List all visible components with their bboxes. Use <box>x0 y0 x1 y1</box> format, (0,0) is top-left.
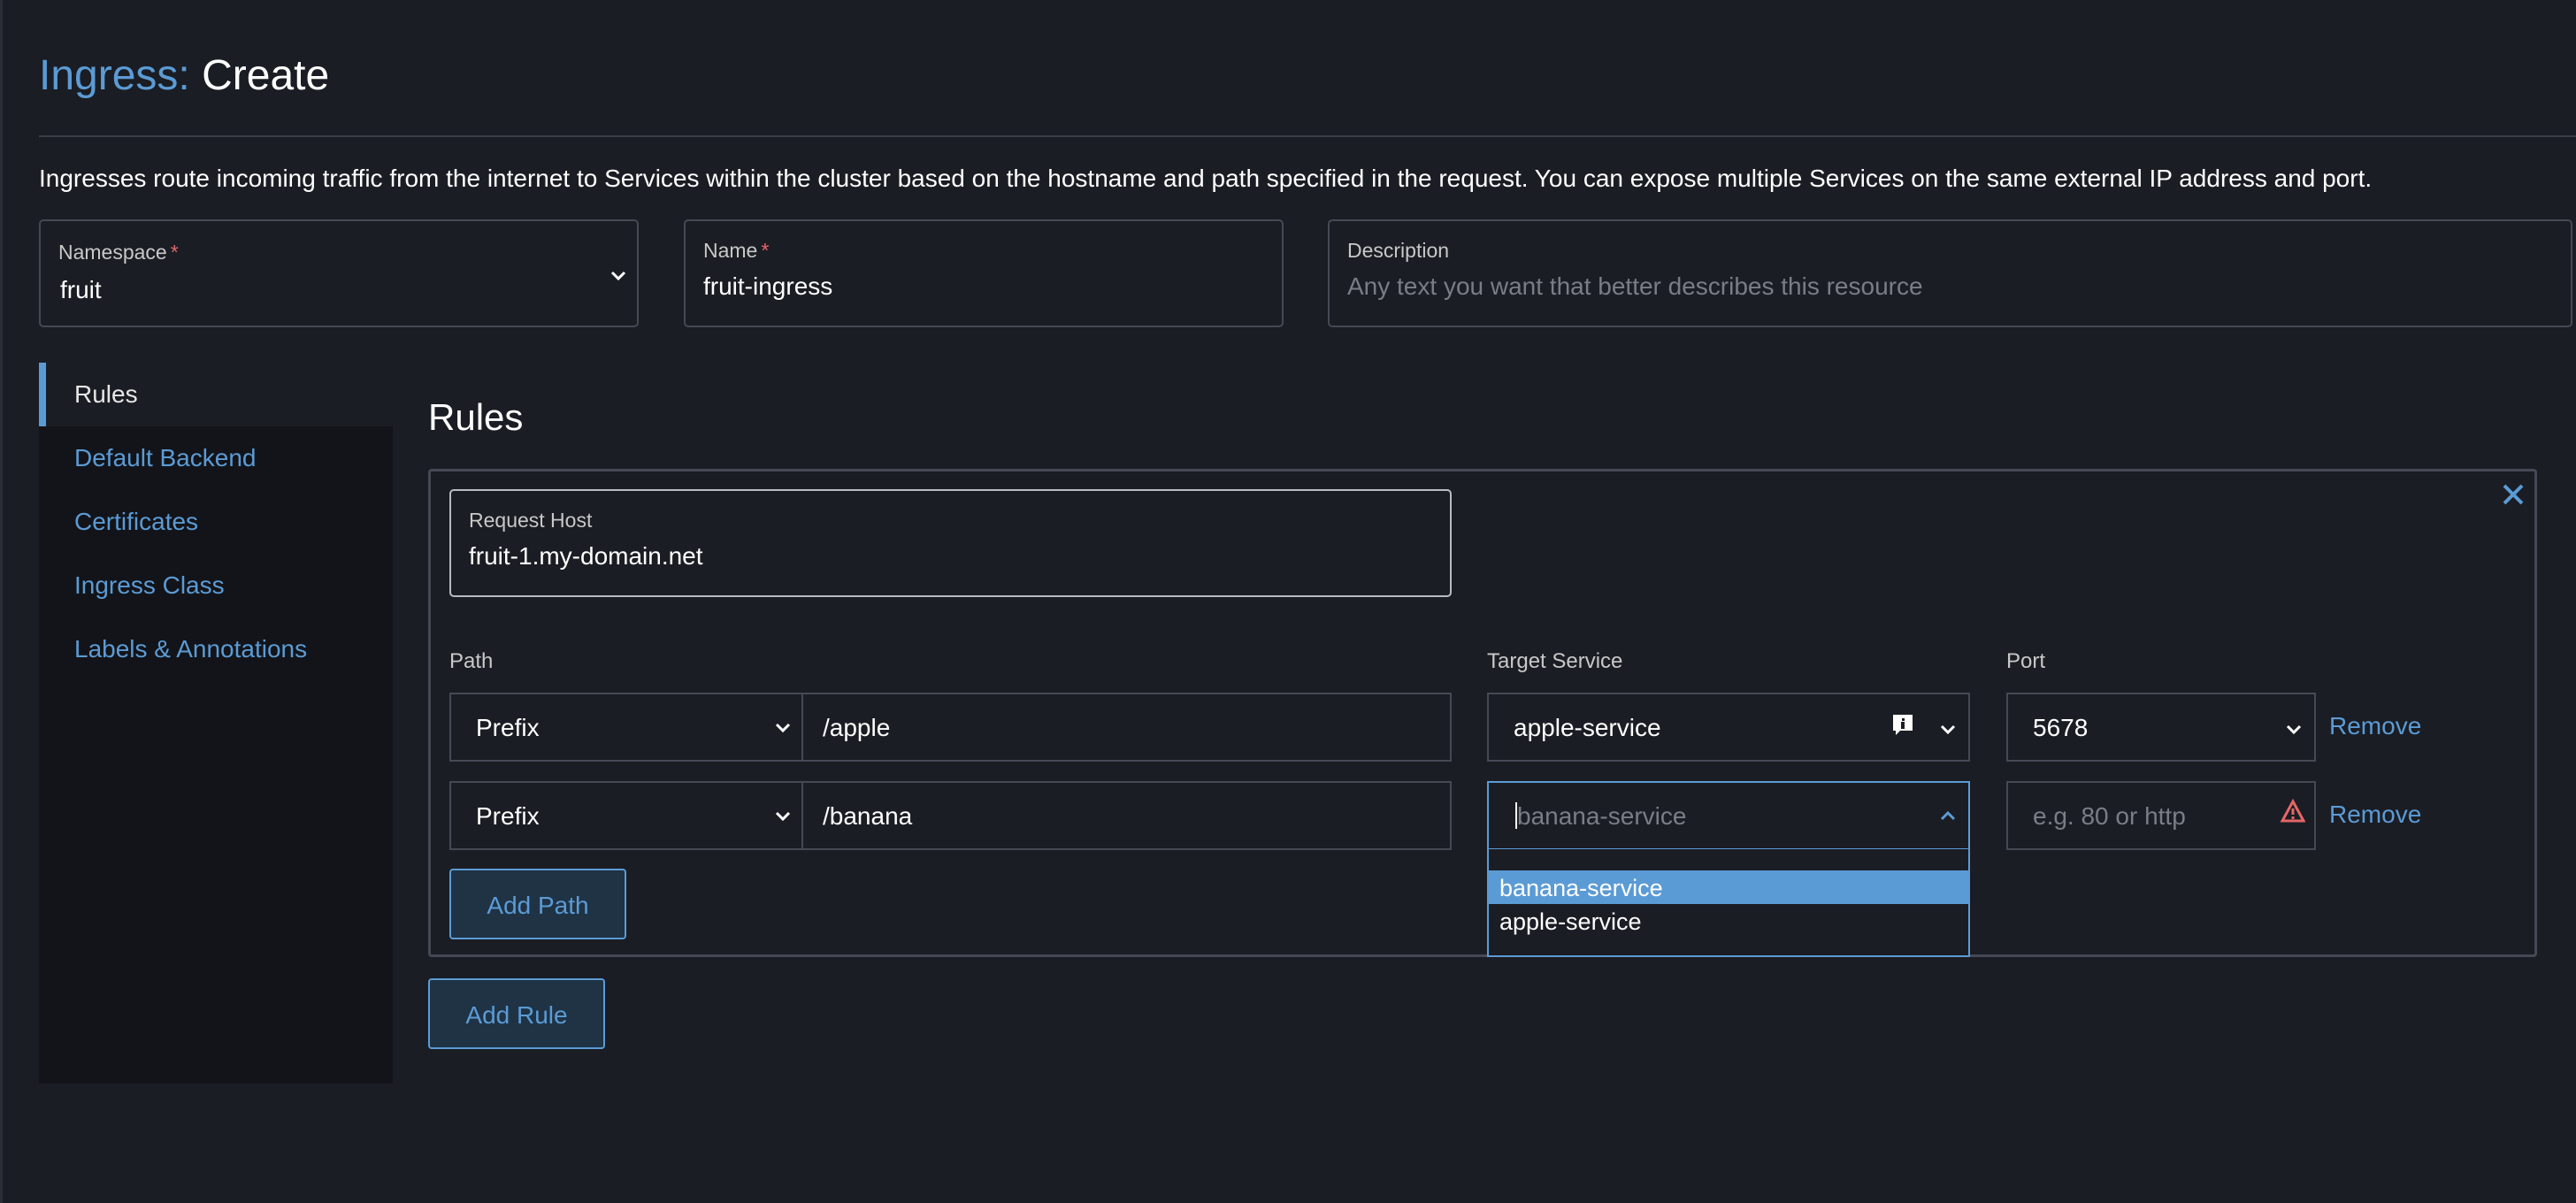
page-title: Ingress: Create <box>39 50 329 103</box>
namespace-label-text: Namespace <box>58 241 167 264</box>
service-option-label: apple-service <box>1499 908 1642 935</box>
remove-path-button[interactable]: Remove <box>2329 801 2421 829</box>
port-select[interactable]: e.g. 80 or http <box>2006 781 2316 850</box>
target-service-value: apple-service <box>1514 714 1661 741</box>
name-label-text: Name <box>703 239 758 262</box>
path-value: /banana <box>823 802 913 830</box>
service-option[interactable]: banana-service <box>1489 870 1968 904</box>
path-column-label: Path <box>449 649 494 673</box>
sidebar-item-certificates[interactable]: Certificates <box>39 490 393 554</box>
sidebar-item-labels-annotations[interactable]: Labels & Annotations <box>39 617 393 681</box>
path-type-select[interactable]: Prefix <box>449 781 803 850</box>
window-edge <box>0 0 3 1203</box>
namespace-label: Namespace * <box>58 241 179 264</box>
intro-text: Ingresses route incoming traffic from th… <box>39 165 2373 192</box>
sidebar-item-rules[interactable]: Rules <box>39 363 393 426</box>
port-select[interactable]: 5678 <box>2006 693 2316 762</box>
description-placeholder: Any text you want that better describes … <box>1347 272 1923 300</box>
sidebar-item-label: Ingress Class <box>74 571 225 599</box>
namespace-select[interactable]: Namespace * fruit <box>39 219 639 327</box>
path-value: /apple <box>823 714 891 741</box>
remove-path-button[interactable]: Remove <box>2329 712 2421 740</box>
title-divider <box>39 135 2576 137</box>
sidebar-item-ingress-class[interactable]: Ingress Class <box>39 554 393 617</box>
port-placeholder: e.g. 80 or http <box>2033 802 2186 830</box>
add-rule-button[interactable]: Add Rule <box>428 978 605 1049</box>
chevron-up-icon <box>1936 804 1959 827</box>
add-path-label: Add Path <box>487 892 589 919</box>
sidebar-item-default-backend[interactable]: Default Backend <box>39 426 393 490</box>
active-indicator <box>39 363 46 426</box>
required-mark: * <box>761 239 770 262</box>
path-type-select[interactable]: Prefix <box>449 693 803 762</box>
required-mark: * <box>170 241 179 264</box>
sidebar-item-label: Certificates <box>74 508 199 535</box>
chevron-down-icon <box>2282 717 2305 740</box>
sidebar-item-label: Rules <box>74 380 138 408</box>
info-icon <box>1890 712 1915 737</box>
rules-title: Rules <box>428 396 524 438</box>
port-column-label: Port <box>2006 649 2046 673</box>
name-label: Name * <box>703 239 769 263</box>
request-host-value: fruit-1.my-domain.net <box>469 542 703 570</box>
request-host-field[interactable]: Request Host fruit-1.my-domain.net <box>449 489 1452 597</box>
breadcrumb-ingress[interactable]: Ingress: <box>39 52 190 99</box>
target-service-dropdown: banana-service apple-service <box>1487 849 1970 957</box>
sidebar: Rules Default Backend Certificates Ingre… <box>39 363 393 1084</box>
description-field[interactable]: Description Any text you want that bette… <box>1328 219 2572 327</box>
path-type-value: Prefix <box>476 714 540 741</box>
namespace-value: fruit <box>60 276 102 303</box>
service-option[interactable]: apple-service <box>1489 904 1968 938</box>
page-action: Create <box>202 52 330 99</box>
chevron-down-icon <box>771 804 794 827</box>
chevron-down-icon <box>1936 717 1959 740</box>
close-icon[interactable] <box>2498 479 2528 510</box>
name-value: fruit-ingress <box>703 272 833 300</box>
sidebar-item-label: Default Backend <box>74 444 257 471</box>
add-path-button[interactable]: Add Path <box>449 869 626 939</box>
port-value: 5678 <box>2033 714 2089 741</box>
target-service-select[interactable]: apple-service <box>1487 693 1970 762</box>
warning-icon <box>2281 799 2305 824</box>
target-service-select[interactable]: banana-service <box>1487 781 1970 850</box>
name-field[interactable]: Name * fruit-ingress <box>684 219 1284 327</box>
add-rule-label: Add Rule <box>465 1001 568 1029</box>
description-label: Description <box>1347 239 1450 262</box>
path-type-value: Prefix <box>476 802 540 830</box>
sidebar-item-label: Labels & Annotations <box>74 635 308 663</box>
request-host-label: Request Host <box>469 509 593 532</box>
target-service-column-label: Target Service <box>1487 649 1623 673</box>
chevron-down-icon <box>607 264 630 287</box>
path-input[interactable]: /banana <box>801 781 1452 850</box>
target-service-placeholder: banana-service <box>1517 802 1687 830</box>
service-option-label: banana-service <box>1499 875 1663 901</box>
ingress-create-page: Ingress: Create Ingresses route incoming… <box>0 0 2576 1203</box>
chevron-down-icon <box>771 716 794 739</box>
path-input[interactable]: /apple <box>801 693 1452 762</box>
